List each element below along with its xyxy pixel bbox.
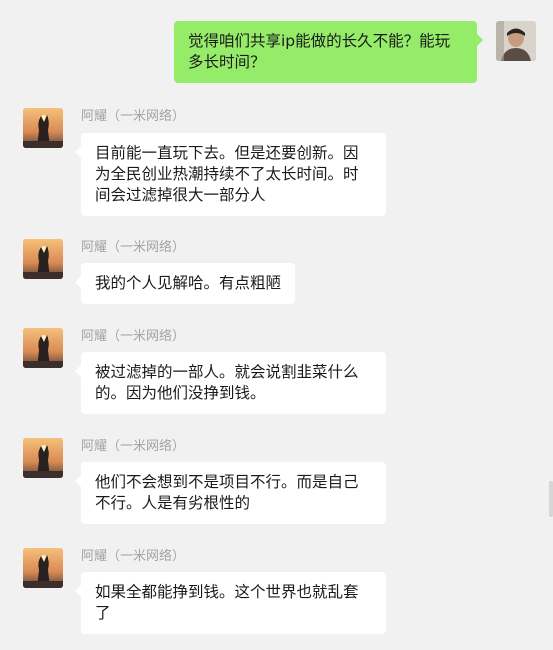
contact-avatar[interactable] xyxy=(23,328,63,368)
sender-name: 阿耀（一米网络） xyxy=(81,329,186,344)
scrollbar-thumb[interactable] xyxy=(549,481,553,517)
sender-name: 阿耀（一米网络） xyxy=(81,549,186,564)
sunset-hand-avatar-icon xyxy=(23,548,63,588)
contact-avatar[interactable] xyxy=(23,438,63,478)
sunset-hand-avatar-icon xyxy=(23,239,63,279)
message-bubble-incoming[interactable]: 如果全都能挣到钱。这个世界也就乱套了 xyxy=(75,572,386,634)
message-bubble-incoming[interactable]: 目前能一直玩下去。但是还要创新。因为全民创业热潮持续不了太长时间。时间会过滤掉很… xyxy=(75,133,386,216)
chat-window: 觉得咱们共享ip能做的长久不能？能玩多长时间？ 阿耀（一米网络） 目前能一直玩下… xyxy=(0,0,553,650)
message-bubble-incoming[interactable]: 我的个人见解哈。有点粗陋 xyxy=(74,263,296,304)
sender-name: 阿耀（一米网络） xyxy=(81,240,186,255)
sunset-hand-avatar-icon xyxy=(23,438,63,478)
contact-avatar[interactable] xyxy=(23,239,63,279)
sunset-hand-avatar-icon xyxy=(23,108,63,148)
contact-avatar[interactable] xyxy=(23,108,63,148)
sender-name: 阿耀（一米网络） xyxy=(81,439,186,454)
person-avatar-icon xyxy=(496,21,536,61)
sunset-hand-avatar-icon xyxy=(23,328,63,368)
sender-name: 阿耀（一米网络） xyxy=(81,109,186,124)
message-bubble-incoming[interactable]: 他们不会想到不是项目不行。而是自己不行。人是有劣根性的 xyxy=(75,462,386,524)
message-bubble-incoming[interactable]: 被过滤掉的一部人。就会说割韭菜什么的。因为他们没挣到钱。 xyxy=(75,352,386,414)
contact-avatar[interactable] xyxy=(23,548,63,588)
self-avatar[interactable] xyxy=(496,21,536,61)
message-bubble-outgoing[interactable]: 觉得咱们共享ip能做的长久不能？能玩多长时间？ xyxy=(174,21,483,83)
